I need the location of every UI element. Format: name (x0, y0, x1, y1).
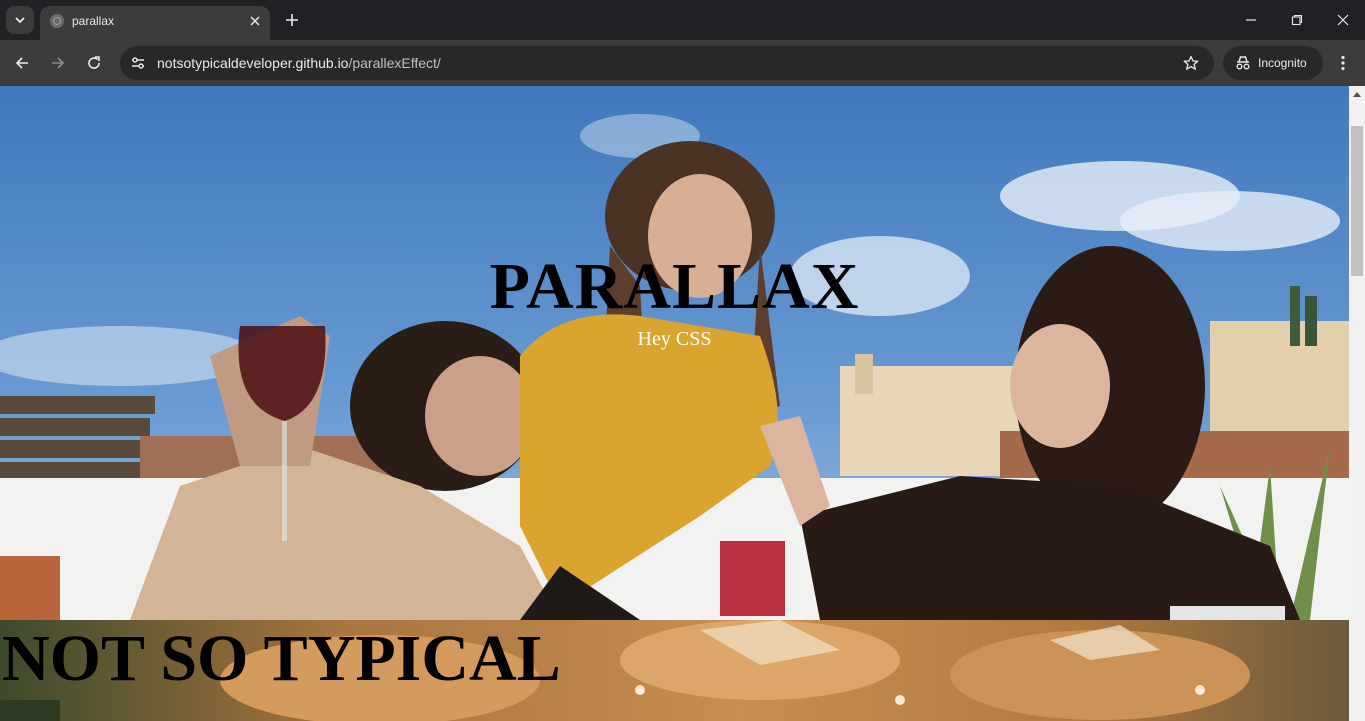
chevron-down-icon (15, 17, 25, 24)
globe-icon (50, 14, 64, 28)
browser-toolbar: notsotypicaldeveloper.github.io/parallex… (0, 40, 1365, 86)
reload-button[interactable] (78, 47, 110, 79)
new-tab-button[interactable] (280, 8, 304, 32)
star-icon (1183, 55, 1199, 70)
scrollbar-thumb[interactable] (1351, 126, 1363, 276)
hero-title: PARALLAX (489, 250, 860, 323)
restore-button[interactable] (1274, 0, 1320, 40)
tab-search-button[interactable] (6, 6, 34, 34)
close-icon (1337, 14, 1349, 26)
close-window-button[interactable] (1320, 0, 1365, 40)
tab-strip: parallax (0, 0, 1365, 40)
caret-up-icon (1353, 92, 1361, 97)
hero-subtitle: Hey CSS (637, 328, 712, 350)
tune-icon (132, 57, 144, 69)
close-icon (250, 16, 260, 26)
address-bar[interactable]: notsotypicaldeveloper.github.io/parallex… (120, 46, 1214, 80)
back-button[interactable] (6, 47, 38, 79)
scroll-up-button[interactable] (1349, 86, 1365, 102)
kebab-menu-icon (1341, 55, 1345, 71)
bookmark-button[interactable] (1180, 52, 1202, 74)
section2-title: NOT SO TYPICAL (2, 622, 561, 695)
not-so-typical-section: NOT SO TYPICAL (0, 620, 1349, 721)
url-text[interactable]: notsotypicaldeveloper.github.io/parallex… (157, 55, 441, 71)
url-path: /parallexEffect/ (348, 55, 441, 71)
page-scrollbar[interactable] (1349, 86, 1365, 721)
arrow-left-icon (15, 57, 28, 69)
page-viewport: PARALLAX Hey CSS NOT SO TYPICAL (0, 86, 1349, 721)
hero-section: PARALLAX Hey CSS (0, 86, 1349, 620)
arrow-right-icon (52, 57, 65, 69)
incognito-icon (1236, 56, 1250, 70)
hero-background-image (0, 86, 1349, 620)
url-host: notsotypicaldeveloper.github.io (157, 55, 349, 71)
minimize-icon (1246, 19, 1256, 21)
tab-close-button[interactable] (245, 11, 265, 31)
plus-icon (286, 14, 298, 26)
incognito-indicator[interactable]: Incognito (1223, 46, 1323, 80)
restore-icon (1291, 14, 1303, 26)
browser-menu-button[interactable] (1331, 47, 1355, 79)
reload-icon (88, 56, 100, 69)
tab-title: parallax (72, 14, 115, 28)
tab-active[interactable]: parallax (40, 6, 270, 40)
minimize-button[interactable] (1228, 0, 1274, 40)
forward-button[interactable] (42, 47, 74, 79)
site-info-button[interactable] (126, 51, 150, 75)
incognito-label: Incognito (1258, 56, 1307, 70)
